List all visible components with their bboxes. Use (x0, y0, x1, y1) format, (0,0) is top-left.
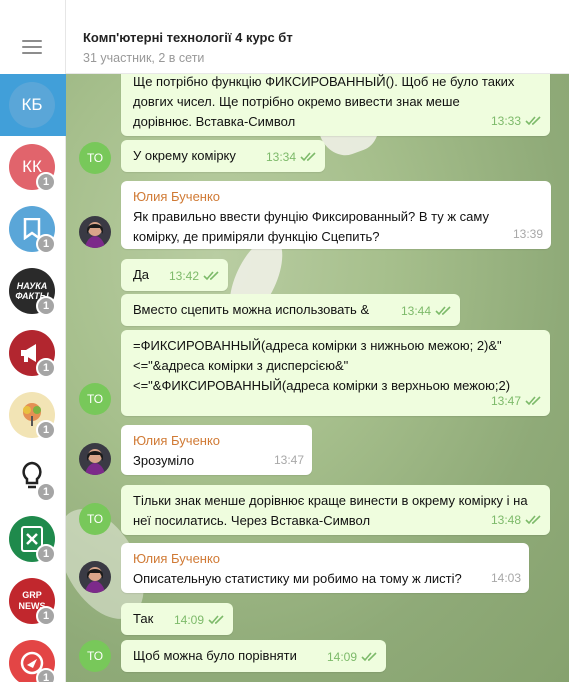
avatar[interactable] (79, 561, 111, 593)
double-check-icon (525, 116, 542, 126)
message-bubble[interactable]: У окрему комірку 13:34 (121, 140, 325, 172)
double-check-icon (203, 271, 220, 281)
message-text: Тільки знак менше дорівнює краще винести… (133, 493, 528, 528)
message-time: 13:47 (273, 453, 304, 467)
avatar[interactable] (79, 443, 111, 475)
double-check-icon (525, 515, 542, 525)
chat-header[interactable]: Комп'ютерні технології 4 курс бт 31 учас… (66, 0, 569, 74)
message-text: Як правильно ввести фунцію Фиксированный… (133, 209, 489, 244)
message-text: =ФИКСИРОВАННЫЙ(адреса комірки з нижньою … (133, 338, 511, 393)
message-time: 13:39 (512, 227, 543, 241)
unread-badge: 1 (36, 296, 57, 316)
message-area[interactable]: Ще потрібно функцію ФИКСИРОВАННЫЙ(). Щоб… (66, 74, 569, 682)
message-bubble[interactable]: =ФИКСИРОВАННЫЙ(адреса комірки з нижньою … (121, 330, 550, 416)
menu-icon[interactable] (22, 40, 42, 54)
message-bubble[interactable]: Щоб можна було порівняти 14:09 (121, 640, 386, 672)
message-text: Описательную статистику ми робимо на том… (133, 571, 462, 586)
chat-item-tree[interactable]: 1 (0, 384, 66, 446)
message-bubble[interactable]: Ще потрібно функцію ФИКСИРОВАННЫЙ(). Щоб… (121, 74, 550, 136)
avatar[interactable]: ТО (79, 383, 111, 415)
chat-item-grp[interactable]: GRP NEWS 1 (0, 570, 66, 632)
double-check-icon (300, 152, 317, 162)
sender-name[interactable]: Юлия Бученко (133, 431, 300, 451)
chat-item-channel[interactable]: 1 (0, 632, 66, 682)
avatar[interactable]: ТО (79, 503, 111, 535)
unread-badge: 1 (36, 172, 57, 192)
message-bubble[interactable]: Юлия Бученко Зрозуміло 13:47 (121, 425, 312, 475)
message-bubble[interactable]: Вместо сцепить можна использовать & 13:4… (121, 294, 460, 326)
chat-item-excel[interactable]: 1 (0, 508, 66, 570)
unread-badge: 1 (36, 420, 57, 440)
message-bubble[interactable]: Так 14:09 (121, 603, 233, 635)
chat-item-megaphone[interactable]: 1 (0, 322, 66, 384)
chat-title: Комп'ютерні технології 4 курс бт (83, 30, 293, 45)
double-check-icon (361, 652, 378, 662)
message-time: 13:42 (168, 269, 199, 283)
unread-badge: 1 (36, 606, 57, 626)
chat-list-rail: КБ КК 1 1 НАУКА ФАКТЫ 1 1 1 1 1 GRP NEWS… (0, 0, 66, 682)
sender-name[interactable]: Юлия Бученко (133, 187, 539, 207)
message-time: 13:47 (490, 394, 521, 408)
avatar[interactable] (79, 216, 111, 248)
chat-item-nauka[interactable]: НАУКА ФАКТЫ 1 (0, 260, 66, 322)
message-time: 14:09 (326, 650, 357, 664)
message-time: 13:33 (490, 114, 521, 128)
unread-badge: 1 (36, 544, 57, 564)
message-time: 13:34 (265, 150, 296, 164)
message-bubble[interactable]: Юлия Бученко Як правильно ввести фунцію … (121, 181, 551, 249)
chat-item-kk[interactable]: КК 1 (0, 136, 66, 198)
unread-badge: 1 (36, 668, 57, 682)
sender-name[interactable]: Юлия Бученко (133, 549, 517, 569)
avatar[interactable]: ТО (79, 142, 111, 174)
message-bubble[interactable]: Юлия Бученко Описательную статистику ми … (121, 543, 529, 593)
chat-item-kb[interactable]: КБ (0, 74, 66, 136)
chat-subtitle: 31 участник, 2 в сети (83, 51, 205, 65)
message-time: 13:48 (490, 513, 521, 527)
double-check-icon (435, 306, 452, 316)
message-text: Ще потрібно функцію ФИКСИРОВАННЫЙ(). Щоб… (133, 74, 515, 129)
unread-badge: 1 (36, 482, 57, 502)
message-bubble[interactable]: Да 13:42 (121, 259, 228, 291)
message-bubble[interactable]: Тільки знак менше дорівнює краще винести… (121, 485, 550, 535)
message-time: 14:03 (490, 571, 521, 585)
avatar[interactable]: ТО (79, 640, 111, 672)
double-check-icon (525, 396, 542, 406)
avatar: КБ (9, 82, 55, 128)
chat-item-saved[interactable]: 1 (0, 198, 66, 260)
unread-badge: 1 (36, 358, 57, 378)
message-time: 13:44 (400, 304, 431, 318)
double-check-icon (208, 615, 225, 625)
chat-item-idea[interactable]: 1 (0, 446, 66, 508)
unread-badge: 1 (36, 234, 57, 254)
message-time: 14:09 (173, 613, 204, 627)
